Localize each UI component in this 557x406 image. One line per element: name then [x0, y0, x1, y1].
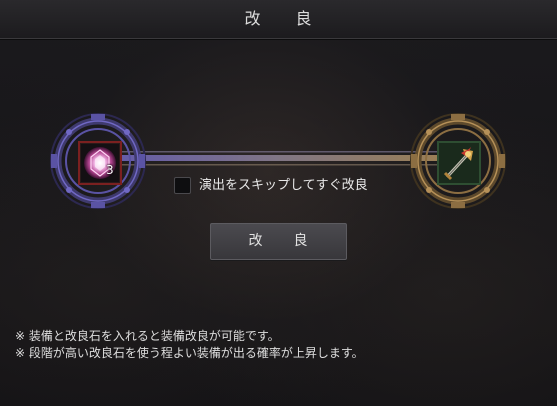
skip-animation-label: 演出をスキップしてすぐ改良 — [199, 178, 368, 193]
skip-animation-checkbox[interactable] — [174, 177, 191, 194]
sword-icon — [439, 143, 479, 183]
refine-window: 改 良 3 演出をスキップしてすぐ改良 改 良 ※ 装備と改良石を入れると装備改… — [0, 0, 557, 406]
refine-button[interactable]: 改 良 — [210, 223, 347, 260]
refine-stone-slot[interactable] — [78, 141, 122, 185]
equipment-slot[interactable] — [437, 141, 481, 185]
gem-icon — [84, 147, 116, 179]
refine-stone-count: 3 — [106, 163, 114, 177]
connector-beam — [120, 151, 440, 166]
notes: ※ 装備と改良石を入れると装備改良が可能です。 ※ 段階が高い改良石を使う程よい… — [15, 328, 364, 362]
note-line: ※ 段階が高い改良石を使う程よい装備が出る確率が上昇します。 — [15, 346, 364, 360]
note-line: ※ 装備と改良石を入れると装備改良が可能です。 — [15, 329, 280, 343]
